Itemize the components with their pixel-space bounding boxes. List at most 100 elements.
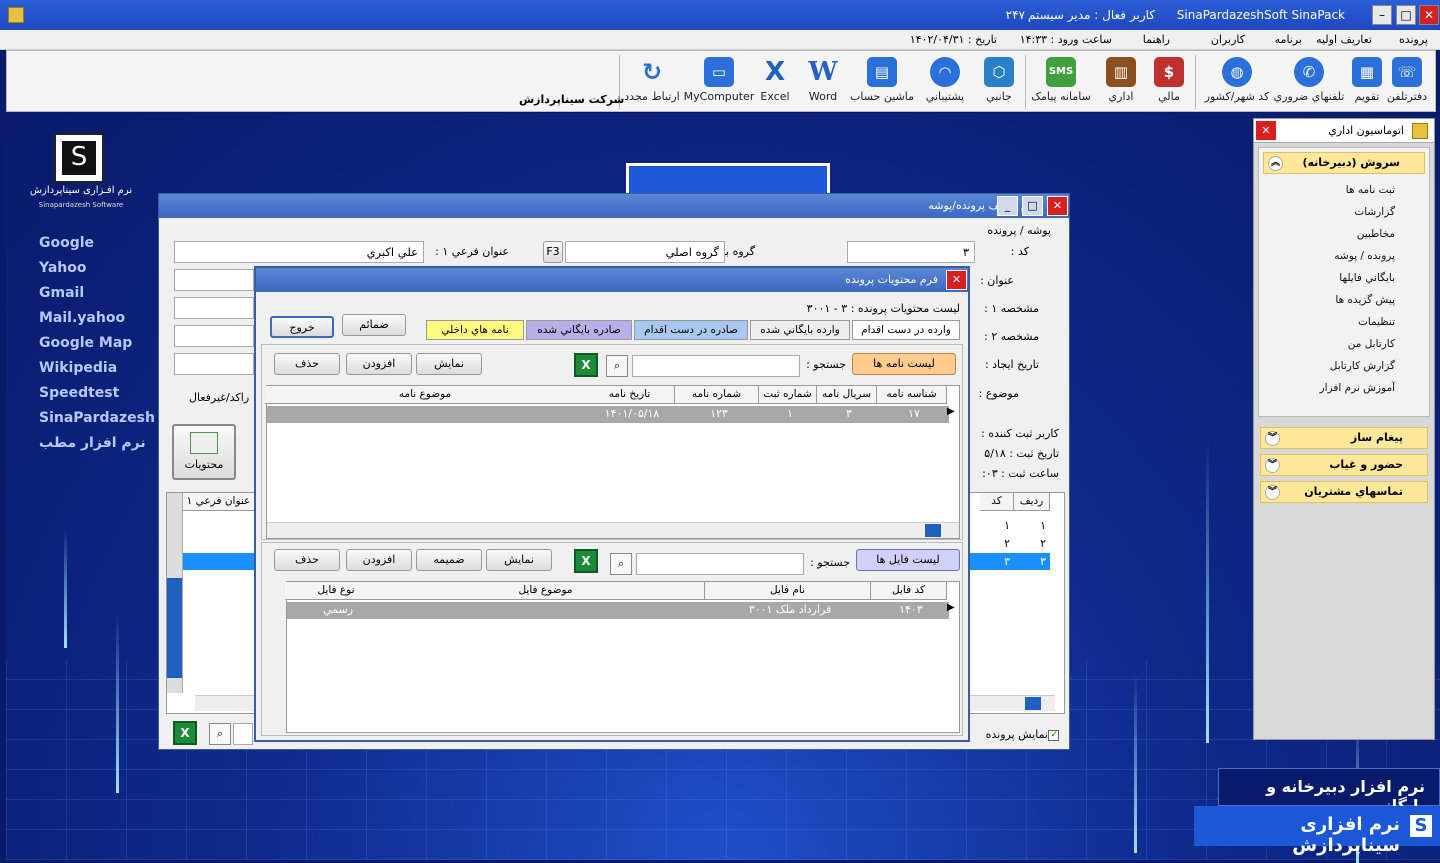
reg-time-label: ساعت ثبت : ۰۳:: [982, 467, 1059, 480]
toolbar-emergency-phones[interactable]: ✆ تلفنهاي ضروري: [1269, 53, 1349, 111]
link-clinic-software[interactable]: نرم افزار مطب: [39, 435, 146, 451]
current-date: تاریخ : ۱۴۰۲/۰۴/۳۱: [909, 33, 997, 46]
panel-item-register-letters[interactable]: ثبت نامه ها: [1259, 184, 1429, 206]
section-attendance[interactable]: حضور و غیاب ︾: [1260, 454, 1428, 476]
tab-incoming-archived[interactable]: وارده بايگاني شده: [750, 320, 850, 340]
panel-item-tutorial[interactable]: آموزش نرم افزار: [1259, 382, 1429, 404]
filter-icon[interactable]: ⌕: [606, 355, 628, 377]
close-button[interactable]: ✕: [1419, 5, 1439, 25]
toolbar-financial[interactable]: $ مالي: [1147, 53, 1191, 111]
section-message-builder[interactable]: پیغام ساز ︾: [1260, 427, 1428, 449]
maximize-button[interactable]: □: [1022, 196, 1043, 216]
letters-row[interactable]: ۱۷ ۳ ۱ ۱۲۳ ۱۴۰۱/۰۵/۱۸: [267, 406, 949, 423]
exit-button[interactable]: خروج: [270, 316, 334, 338]
filter-icon[interactable]: ⌕: [610, 553, 632, 575]
letters-delete-button[interactable]: حذف: [274, 353, 340, 375]
vertical-scrollbar[interactable]: [167, 493, 183, 693]
link-google-map[interactable]: Google Map: [39, 335, 132, 351]
link-yahoo[interactable]: Yahoo: [39, 260, 87, 276]
subtitle1-field[interactable]: علي اکبري: [174, 241, 424, 263]
menu-users[interactable]: کاربران: [1211, 33, 1245, 46]
section-soroush[interactable]: سروش (دبیرخانه) ︽: [1263, 152, 1425, 174]
link-sinapardazesh[interactable]: SinaPardazesh: [39, 410, 155, 426]
panel-close-button[interactable]: ✕: [1256, 121, 1276, 140]
toolbar-support[interactable]: ◠ پشتيباني: [917, 53, 973, 111]
show-folder-checkbox[interactable]: ✓نمایش پرونده: [986, 728, 1059, 741]
f3-button[interactable]: F3: [543, 241, 563, 263]
tab-outgoing-archived[interactable]: صادره بايگاني شده: [526, 320, 632, 340]
toolbar-mycomputer[interactable]: ▭ MyComputer: [683, 53, 755, 111]
maximize-button[interactable]: □: [1396, 5, 1416, 25]
toolbar-excel[interactable]: X Excel: [755, 53, 795, 111]
phonebook-icon: ☏: [1392, 57, 1422, 87]
search-field[interactable]: [233, 723, 253, 745]
files-row[interactable]: ۱۴۰۳ قرارداد ملک ۳۰۰۱ رسمي: [287, 602, 949, 619]
sinapardazesh-logo: S: [54, 133, 104, 183]
letters-search-input[interactable]: [632, 355, 800, 377]
spec1-field[interactable]: [174, 297, 254, 319]
toolbar-reconnect[interactable]: ↻ ارتباط مجدد: [621, 53, 683, 111]
menu-definitions[interactable]: تعاریف اولیه: [1316, 33, 1372, 46]
computer-icon: ▭: [704, 57, 734, 87]
section-customer-calls[interactable]: تماسهاي مشتريان ︾: [1260, 481, 1428, 503]
panel-item-my-cartable[interactable]: کارتابل من: [1259, 338, 1429, 360]
close-button[interactable]: ✕: [946, 270, 967, 290]
files-attach-button[interactable]: ضميمه: [416, 549, 482, 571]
tab-outgoing-in-progress[interactable]: صادره در دست اقدام: [634, 320, 748, 340]
toolbar-administrative[interactable]: ▥ اداري: [1099, 53, 1143, 111]
minimize-button[interactable]: _: [997, 196, 1018, 216]
attachments-button[interactable]: ضمائم: [342, 314, 406, 336]
letters-add-button[interactable]: افزودن: [346, 353, 412, 375]
link-mail-yahoo[interactable]: Mail.yahoo: [39, 310, 125, 326]
files-grid[interactable]: کد فايل نام فايل موضوع فايل نوع فايل ۱۴۰…: [285, 581, 960, 733]
contents-button[interactable]: محتويات: [172, 424, 236, 480]
panel-item-folder[interactable]: پرونده / پوشه: [1259, 250, 1429, 272]
toolbar-word[interactable]: W Word: [803, 53, 843, 111]
close-button[interactable]: ✕: [1047, 196, 1068, 216]
link-google[interactable]: Google: [39, 235, 94, 251]
excel-export-icon[interactable]: X: [574, 549, 598, 573]
panel-item-reports[interactable]: گزارشات: [1259, 206, 1429, 228]
letters-list-button[interactable]: ليست نامه ها: [852, 353, 956, 375]
menu-program[interactable]: برنامه: [1275, 33, 1302, 46]
code-field[interactable]: ۳: [847, 241, 975, 263]
toolbar-accessories[interactable]: ⬡ جانبي: [977, 53, 1021, 111]
toolbar-sms[interactable]: SMS سامانه پیامک: [1027, 53, 1095, 111]
tab-incoming-in-progress[interactable]: وارده در دست اقدام: [852, 320, 960, 340]
app-title: SinaPardazeshSoft SinaPack: [1176, 8, 1345, 22]
tab-internal-letters[interactable]: نامه هاي داخلي: [426, 320, 524, 340]
toolbar-city-code[interactable]: ◍ کد شهر/کشور: [1199, 53, 1275, 111]
folder-label: پوشه / پرونده: [987, 224, 1051, 237]
title-field[interactable]: [174, 269, 254, 291]
files-list-button[interactable]: ليست فايل ها: [856, 549, 960, 571]
files-show-button[interactable]: نمايش: [486, 549, 552, 571]
filter-icon[interactable]: ⌕: [209, 723, 231, 745]
files-delete-button[interactable]: حذف: [274, 549, 340, 571]
minimize-button[interactable]: –: [1372, 5, 1392, 25]
toolbar-calendar[interactable]: ▦ تقویم: [1343, 53, 1391, 111]
menu-help[interactable]: راهنما: [1143, 33, 1170, 46]
group-field[interactable]: گروه اصلي: [565, 241, 725, 263]
toolbar-calculator[interactable]: ▤ ماشين حساب: [847, 53, 917, 111]
created-date-field[interactable]: [174, 353, 254, 375]
spec2-field[interactable]: [174, 325, 254, 347]
menu-file[interactable]: پرونده: [1399, 33, 1428, 46]
link-gmail[interactable]: Gmail: [39, 285, 84, 301]
panel-item-settings[interactable]: تنظیمات: [1259, 316, 1429, 338]
panel-item-file-archive[interactable]: بايگاني فايلها: [1259, 272, 1429, 294]
excel-export-icon[interactable]: X: [173, 721, 197, 745]
link-wikipedia[interactable]: Wikipedia: [39, 360, 117, 376]
files-add-button[interactable]: افزودن: [346, 549, 412, 571]
link-speedtest[interactable]: Speedtest: [39, 385, 119, 401]
letters-show-button[interactable]: نمايش: [416, 353, 482, 375]
panel-item-presets[interactable]: پیش گزیده ها: [1259, 294, 1429, 316]
letters-horizontal-scrollbar[interactable]: [267, 522, 959, 538]
panel-icon: [1412, 123, 1428, 139]
panel-item-contacts[interactable]: مخاطبین: [1259, 228, 1429, 250]
panel-item-cartable-report[interactable]: گزارش کارتابل: [1259, 360, 1429, 382]
logo-icon: S: [1410, 815, 1432, 837]
files-search-input[interactable]: [636, 553, 804, 575]
chevron-down-icon: ︾: [1265, 431, 1280, 446]
excel-export-icon[interactable]: X: [574, 353, 598, 377]
letters-grid[interactable]: شناسه نامه سريال نامه شماره ثبت شماره نا…: [265, 385, 960, 539]
